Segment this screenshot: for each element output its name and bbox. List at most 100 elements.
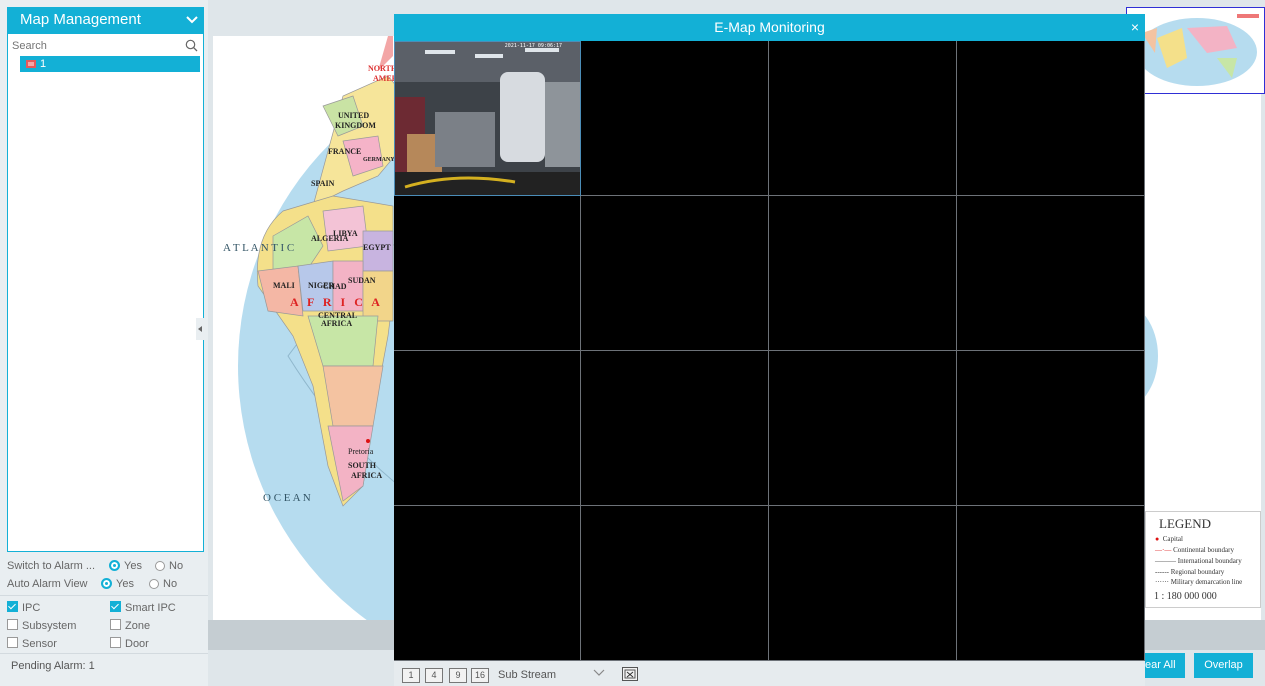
divider [0, 595, 208, 596]
video-channel-empty[interactable] [769, 196, 957, 351]
collapse-panel-arrow-icon[interactable] [196, 318, 206, 340]
pending-alarm-count[interactable]: Pending Alarm: 1 [11, 660, 95, 672]
checkbox-icon [110, 619, 121, 630]
layout-9-button[interactable]: 9 [449, 668, 467, 683]
svg-text:A F R I C A: A F R I C A [290, 295, 383, 309]
radio-selected-icon [109, 560, 120, 571]
filter-sensor[interactable]: Sensor [7, 637, 57, 650]
minimap[interactable] [1126, 7, 1265, 94]
layout-1-button[interactable]: 1 [402, 668, 420, 683]
checkbox-icon [7, 619, 18, 630]
video-channel-empty[interactable] [394, 506, 581, 661]
legend-title: LEGEND [1159, 516, 1211, 531]
yes-label: Yes [124, 560, 142, 572]
close-icon[interactable]: × [1131, 14, 1139, 41]
auto-alarm-no[interactable]: No [149, 578, 177, 590]
close-all-windows-icon[interactable] [622, 667, 638, 681]
video-channel-empty[interactable] [769, 506, 957, 661]
video-channel-empty[interactable] [769, 41, 957, 196]
checkbox-checked-icon [110, 601, 121, 612]
auto-alarm-yes[interactable]: Yes [101, 578, 134, 590]
video-channel-empty[interactable] [581, 41, 769, 196]
divider [0, 653, 208, 654]
svg-text:GERMANY: GERMANY [363, 157, 395, 163]
overlap-button[interactable]: Overlap [1194, 653, 1253, 678]
stream-select[interactable]: Sub Stream [498, 669, 556, 681]
filter-label: Subsystem [22, 620, 77, 632]
legend-item: ······ Military demarcation line [1155, 578, 1243, 586]
svg-text:SOUTH: SOUTH [348, 461, 377, 470]
filter-subsystem[interactable]: Subsystem [7, 619, 76, 632]
e-map-monitoring-dialog: E-Map Monitoring × 2021-11-17 09:06:17 1… [394, 14, 1145, 686]
radio-unselected-icon [155, 561, 165, 571]
video-grid: 2021-11-17 09:06:17 [394, 41, 1145, 661]
minimap-thumbnail [1127, 8, 1264, 93]
legend-item: ● Capital [1155, 535, 1183, 543]
video-channel-empty[interactable] [394, 351, 581, 506]
radio-unselected-icon [149, 579, 159, 589]
map-management-header[interactable]: Map Management [7, 7, 204, 33]
panel-title: Map Management [20, 11, 141, 28]
svg-text:CHAD: CHAD [323, 282, 347, 291]
svg-text:LIBYA: LIBYA [333, 229, 358, 238]
no-label: No [163, 578, 178, 590]
video-channel-1[interactable]: 2021-11-17 09:06:17 [394, 41, 581, 196]
switch-to-alarm-label: Switch to Alarm ... [7, 560, 96, 572]
chevron-down-icon[interactable] [593, 669, 605, 677]
camera-feed-image [395, 42, 580, 195]
dialog-toolbar: 1 4 9 16 Sub Stream [394, 661, 1145, 686]
tree-item-map-1[interactable]: 1 [20, 56, 200, 72]
auto-alarm-view-label: Auto Alarm View [7, 578, 88, 590]
legend-item: ------ Regional boundary [1155, 568, 1225, 576]
filter-label: IPC [22, 602, 41, 614]
filter-door[interactable]: Door [110, 637, 149, 650]
video-channel-empty[interactable] [957, 41, 1145, 196]
clear-all-button[interactable]: ear All [1145, 653, 1185, 678]
legend-item: ——— International boundary [1155, 557, 1242, 565]
svg-text:AFRICA: AFRICA [351, 471, 382, 480]
video-channel-empty[interactable] [581, 506, 769, 661]
svg-text:KINGDOM: KINGDOM [335, 121, 376, 130]
no-label: No [169, 560, 184, 572]
legend-item: —·— Continental boundary [1155, 546, 1234, 554]
map-tree: 1 [7, 33, 204, 552]
tree-item-label: 1 [40, 58, 47, 70]
svg-text:SUDAN: SUDAN [348, 276, 376, 285]
checkbox-checked-icon [7, 601, 18, 612]
video-channel-empty[interactable] [769, 351, 957, 506]
svg-text:MALI: MALI [273, 281, 295, 290]
filter-label: Sensor [22, 638, 57, 650]
svg-text:Pretoria: Pretoria [348, 447, 374, 456]
chevron-down-icon[interactable] [186, 16, 198, 24]
map-scale: 1 : 180 000 000 [1154, 591, 1217, 602]
left-panel: Map Management 1 Switch to Alarm ... Yes… [0, 0, 208, 686]
svg-text:EGYPT: EGYPT [363, 243, 391, 252]
filter-ipc[interactable]: IPC [7, 601, 40, 614]
filter-zone[interactable]: Zone [110, 619, 150, 632]
dialog-header: E-Map Monitoring × [394, 14, 1145, 41]
map-legend: LEGEND ● Capital —·— Continental boundar… [1145, 511, 1261, 608]
search-input[interactable] [12, 37, 172, 55]
video-channel-empty[interactable] [957, 506, 1145, 661]
filter-label: Door [125, 638, 149, 650]
video-channel-empty[interactable] [957, 351, 1145, 506]
filter-smart-ipc[interactable]: Smart IPC [110, 601, 176, 614]
video-channel-empty[interactable] [957, 196, 1145, 351]
camera-timestamp: 2021-11-17 09:06:17 [504, 43, 562, 49]
layout-16-button[interactable]: 16 [471, 668, 489, 683]
dialog-title: E-Map Monitoring [714, 19, 825, 35]
video-channel-empty[interactable] [581, 351, 769, 506]
radio-selected-icon [101, 578, 112, 589]
switch-alarm-yes[interactable]: Yes [109, 560, 142, 572]
svg-text:AFRICA: AFRICA [321, 319, 352, 328]
checkbox-icon [7, 637, 18, 648]
svg-text:O C E A N: O C E A N [263, 492, 311, 504]
video-channel-empty[interactable] [394, 196, 581, 351]
search-icon[interactable] [185, 39, 198, 52]
filter-label: Zone [125, 620, 151, 632]
layout-4-button[interactable]: 4 [425, 668, 443, 683]
video-channel-empty[interactable] [581, 196, 769, 351]
switch-alarm-no[interactable]: No [155, 560, 183, 572]
svg-text:FRANCE: FRANCE [328, 147, 361, 156]
yes-label: Yes [116, 578, 134, 590]
